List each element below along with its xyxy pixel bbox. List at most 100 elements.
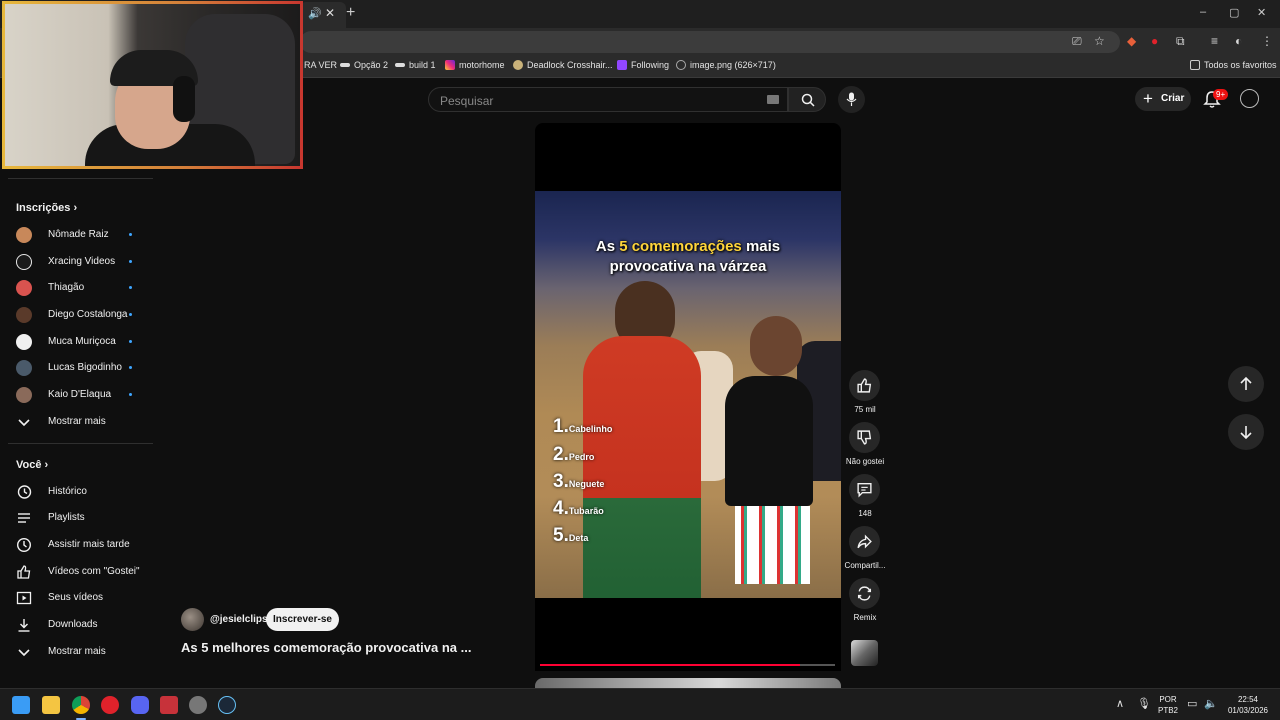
active-tab[interactable]: 🔊 ✕ — [300, 2, 346, 28]
sidebar-you-show-more[interactable]: Mostrar mais — [0, 639, 153, 665]
generic-favicon-icon — [395, 63, 405, 67]
create-button[interactable]: + Criar — [1135, 87, 1191, 111]
channel-avatar — [16, 387, 32, 403]
voice-search-button[interactable] — [838, 86, 865, 113]
media-controls-icon[interactable]: ≡ — [1211, 34, 1218, 48]
sidebar-subscription-item[interactable]: Xracing Videos — [0, 249, 153, 275]
minimize-button[interactable]: – — [1200, 6, 1206, 18]
comment-icon — [857, 482, 872, 498]
extension-icon[interactable]: ◆ — [1127, 34, 1136, 48]
bookmark-star-icon[interactable]: ☆ — [1094, 34, 1105, 48]
subscribe-button[interactable]: Inscrever-se — [266, 608, 339, 631]
system-clock[interactable]: 22:54 01/03/2026 — [1226, 694, 1270, 716]
subscriptions-heading[interactable]: Inscrições › — [16, 202, 77, 214]
ranking-item: 5.Deta — [553, 525, 589, 546]
dislike-button[interactable] — [849, 422, 880, 453]
restore-button[interactable]: ▢ — [1229, 6, 1239, 19]
bookmark-item[interactable]: Opção 2 — [340, 60, 388, 70]
account-avatar[interactable] — [1240, 89, 1259, 108]
all-bookmarks[interactable]: Todos os favoritos — [1190, 60, 1277, 70]
address-bar[interactable] — [300, 31, 1120, 53]
microphone-tray-icon[interactable]: 🎙 — [1137, 697, 1151, 710]
remix-label: Remix — [853, 613, 877, 622]
video-progress-fill — [540, 664, 800, 666]
steam-icon[interactable] — [218, 696, 236, 714]
search-button[interactable] — [788, 87, 826, 112]
short-title[interactable]: As 5 melhores comemoração provocativa na… — [181, 640, 471, 655]
bookmark-item[interactable]: Following — [617, 60, 669, 70]
menu-kebab-icon[interactable]: ⋮ — [1261, 34, 1273, 48]
crosshair-icon — [513, 60, 523, 70]
shorts-player[interactable]: As 5 comemorações mais provocativa na vá… — [535, 123, 841, 671]
remix-button[interactable] — [849, 578, 880, 609]
you-heading[interactable]: Você › — [16, 459, 48, 471]
sidebar-subscription-item[interactable]: Kaio D'Elaqua — [0, 382, 153, 408]
sidebar-subscription-item[interactable]: Thiagão — [0, 275, 153, 301]
new-content-dot — [129, 313, 132, 316]
ranking-item: 2.Pedro — [553, 444, 595, 465]
new-tab-button[interactable]: + — [346, 4, 355, 22]
volume-icon[interactable]: 🔈 — [1204, 697, 1218, 710]
sidebar-item-watch-later[interactable]: Assistir mais tarde — [0, 532, 153, 558]
twitch-icon — [617, 60, 627, 70]
channel-name[interactable]: @jesielclips — [210, 614, 268, 625]
next-short-button[interactable] — [1228, 414, 1264, 450]
app-icon[interactable] — [189, 696, 207, 714]
profile-icon[interactable]: ◐ — [1235, 34, 1242, 48]
search-input[interactable]: Pesquisar — [428, 87, 788, 112]
bookmark-item[interactable]: RA VER — [304, 60, 337, 70]
network-icon[interactable]: ▭ — [1187, 697, 1197, 710]
notifications-badge: 9+ — [1213, 89, 1229, 100]
close-window-button[interactable]: ✕ — [1257, 6, 1266, 19]
discord-icon[interactable] — [131, 696, 149, 714]
plus-icon: + — [1143, 89, 1153, 108]
sidebar-show-more[interactable]: Mostrar mais — [0, 409, 153, 435]
file-explorer-icon[interactable] — [42, 696, 60, 714]
sidebar-subscription-item[interactable]: Nômade Raiz — [0, 222, 153, 248]
channel-avatar — [16, 307, 32, 323]
tab-close-button[interactable]: ✕ — [325, 6, 335, 20]
bookmark-item[interactable]: Deadlock Crosshair... — [513, 60, 613, 70]
channel-avatar — [16, 254, 32, 270]
opera-icon[interactable] — [101, 696, 119, 714]
sidebar-item-history[interactable]: Histórico — [0, 479, 153, 505]
download-icon — [18, 619, 30, 632]
new-content-dot — [129, 393, 132, 396]
sound-thumbnail[interactable] — [851, 640, 878, 666]
sidebar-subscription-item[interactable]: Diego Costalonga — [0, 302, 153, 328]
chrome-icon[interactable] — [72, 696, 90, 714]
tray-overflow-icon[interactable]: ∧ — [1116, 697, 1124, 710]
keyboard-language[interactable]: POR PTB2 — [1156, 694, 1180, 716]
sidebar-item-playlists[interactable]: Playlists — [0, 505, 153, 531]
video-frame[interactable]: As 5 comemorações mais provocativa na vá… — [535, 191, 841, 598]
install-app-icon[interactable]: ⎚ — [1072, 34, 1082, 49]
video-progress-bar[interactable] — [540, 664, 835, 666]
folder-icon — [1190, 60, 1200, 70]
like-button[interactable] — [849, 370, 880, 401]
microphone-icon — [846, 92, 857, 106]
sidebar-item-liked-videos[interactable]: Vídeos com "Gostei" — [0, 559, 153, 585]
bookmark-item[interactable]: motorhome — [445, 60, 505, 70]
sidebar-subscription-item[interactable]: Muca Muriçoca — [0, 329, 153, 355]
like-icon — [17, 565, 31, 579]
sidebar-subscription-item[interactable]: Lucas Bigodinho — [0, 355, 153, 381]
previous-short-button[interactable] — [1228, 366, 1264, 402]
new-content-dot — [129, 340, 132, 343]
comments-button[interactable] — [849, 474, 880, 505]
channel-avatar[interactable] — [181, 608, 204, 631]
sidebar-item-downloads[interactable]: Downloads — [0, 612, 153, 638]
streamdeck-icon[interactable] — [160, 696, 178, 714]
speaker-icon[interactable]: 🔊 — [308, 7, 322, 20]
comment-count: 148 — [858, 509, 872, 518]
windows-start-icon[interactable] — [12, 696, 30, 714]
bookmark-item[interactable]: image.png (626×717) — [676, 60, 776, 70]
channel-avatar — [16, 227, 32, 243]
ranking-item: 1.Cabelinho — [553, 416, 613, 437]
dislike-label: Não gostei — [845, 457, 885, 466]
extensions-puzzle-icon[interactable]: ⧉ — [1176, 34, 1185, 49]
bookmark-item[interactable]: build 1 — [395, 60, 436, 70]
keyboard-icon[interactable] — [767, 95, 779, 104]
sidebar-item-your-videos[interactable]: Seus vídeos — [0, 585, 153, 611]
adblock-icon[interactable]: ● — [1151, 34, 1158, 48]
share-button[interactable] — [849, 526, 880, 557]
